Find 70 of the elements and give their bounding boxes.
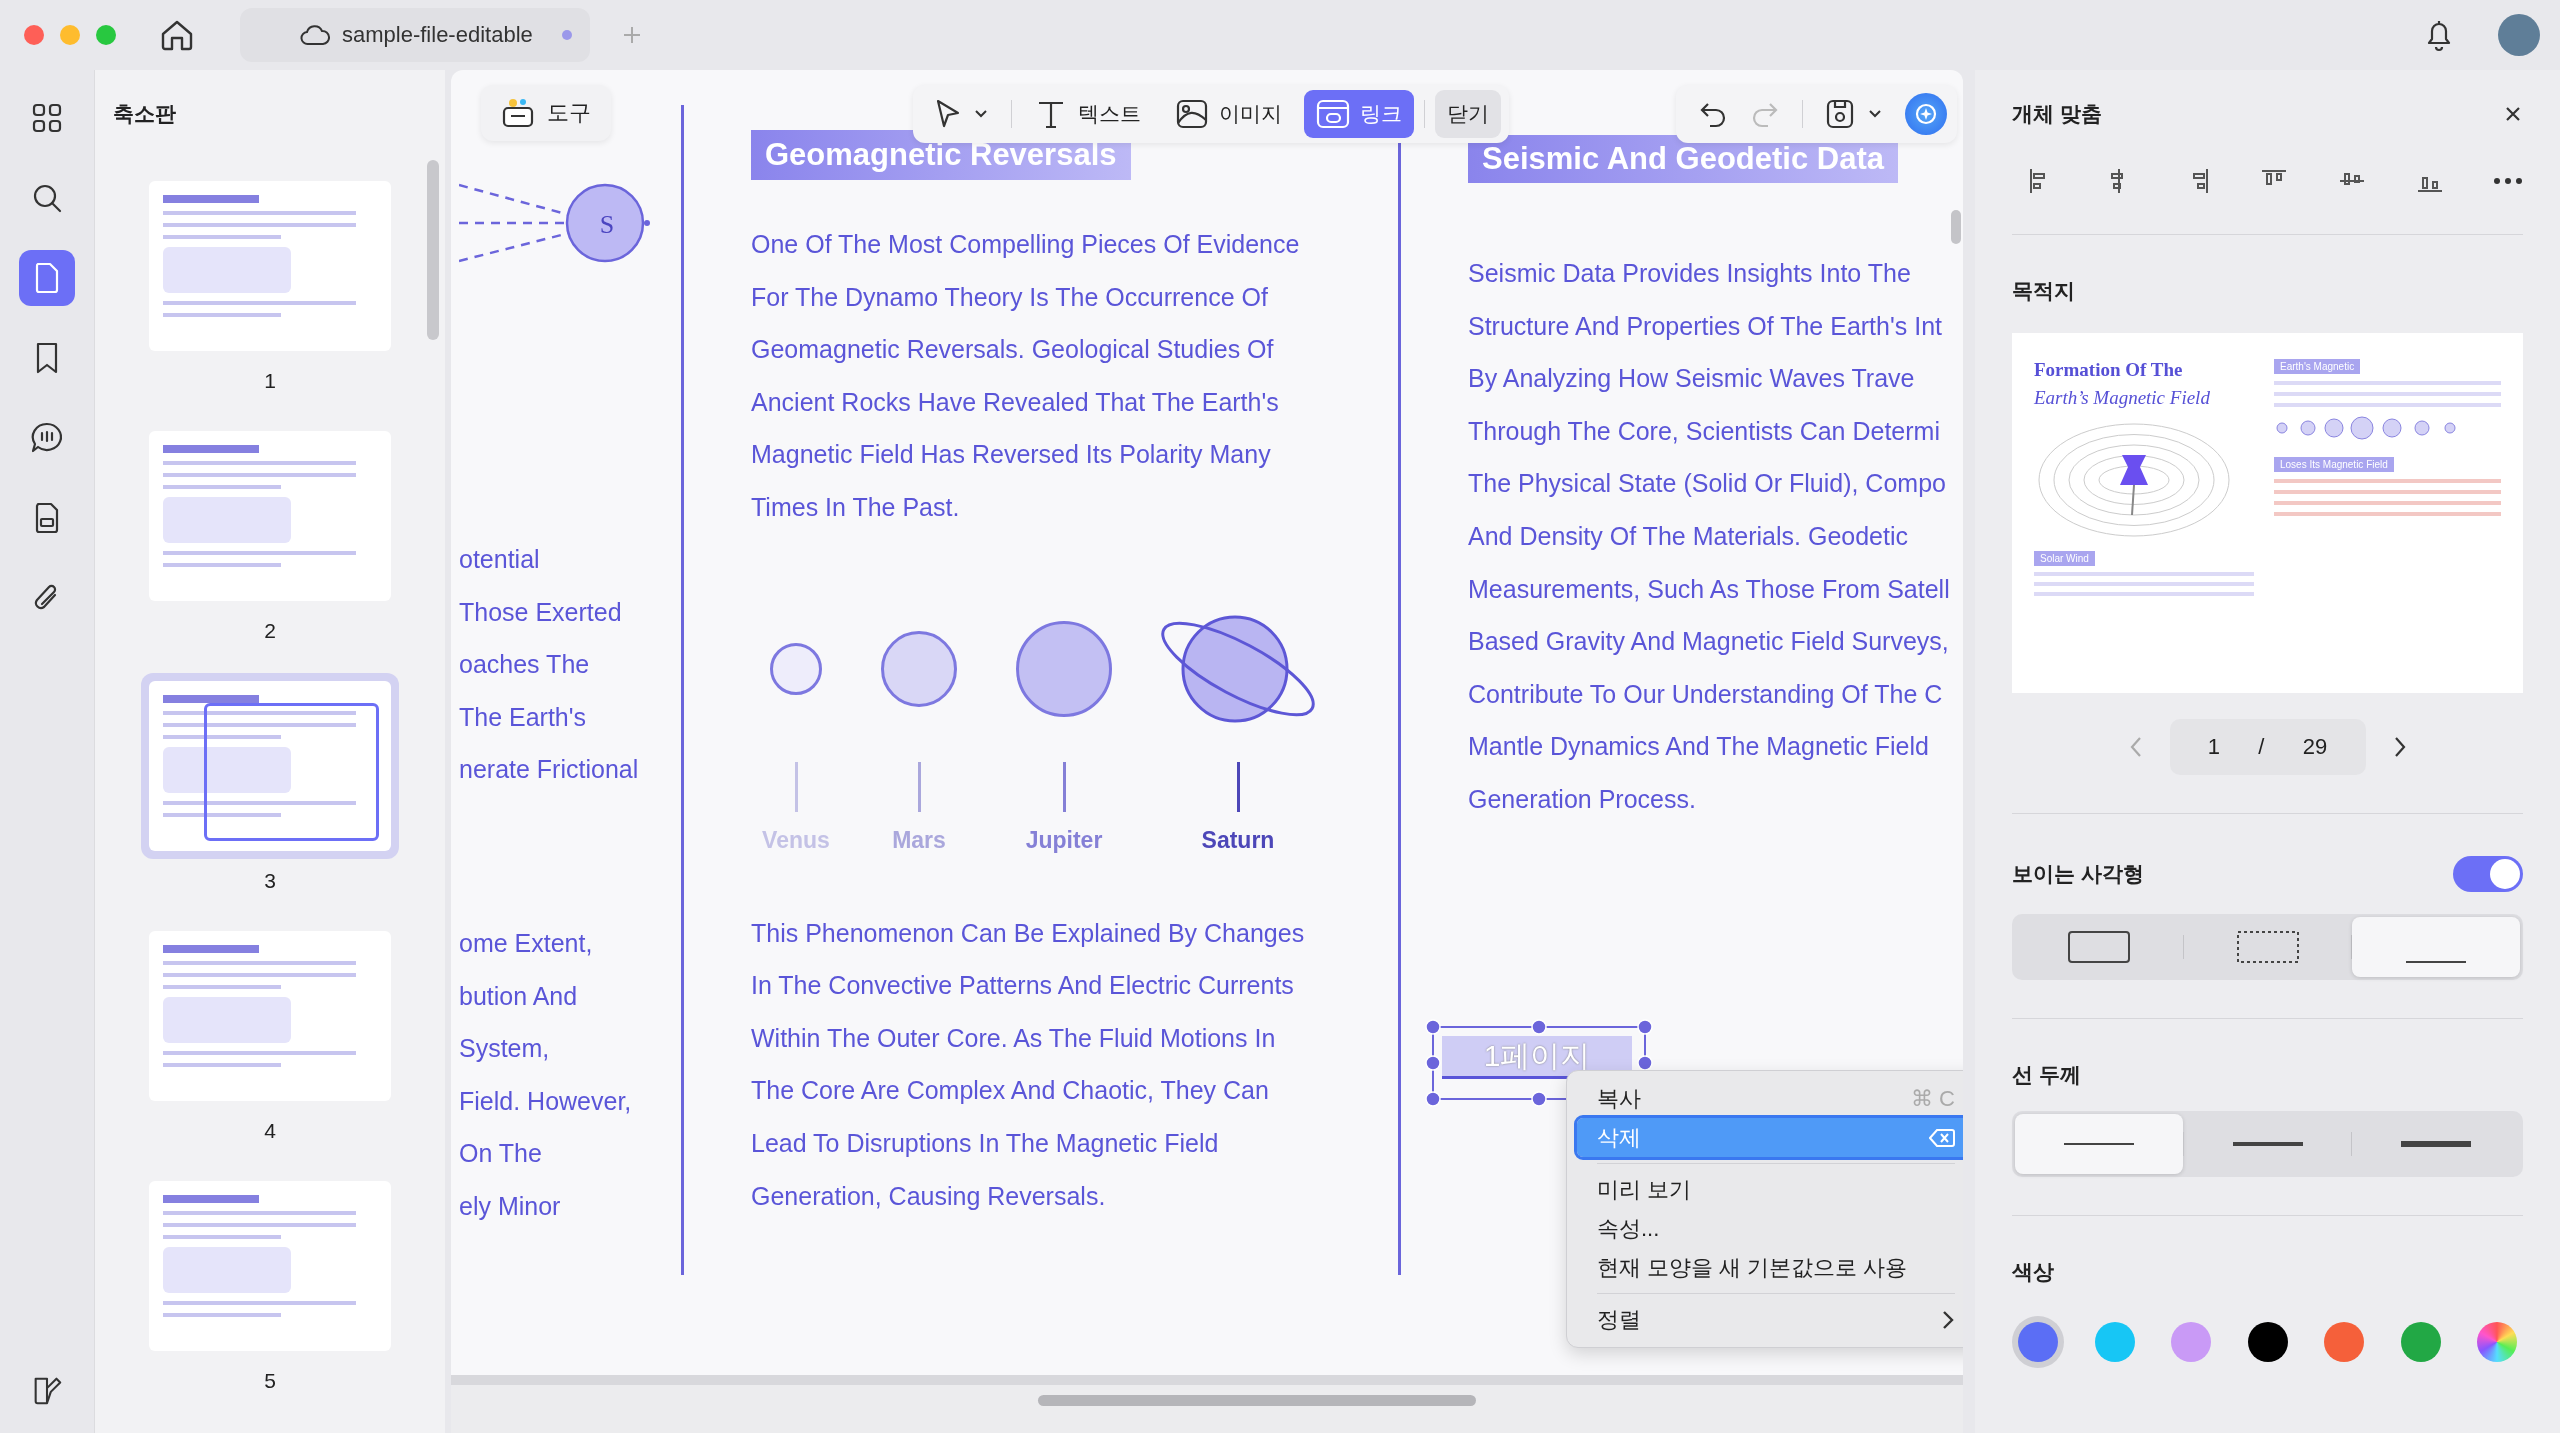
- cloud-icon: [300, 24, 330, 46]
- ai-assistant-button[interactable]: [1905, 93, 1947, 135]
- link-tool-button[interactable]: 링크: [1304, 90, 1414, 138]
- page-number: 5: [264, 1369, 276, 1393]
- paragraph-text: Seismic Data Provides Insights Into The Structure And Properties Of The Earth's Int By Analyzing How Seismic Waves Trave Through The Core, Scientists Can Determi The Physical State (Solid Or Fluid), Compo And Density Of The Materials. Geodetic Measurements, Such As Those From Satell Based Gravity And Magnetic Field Surveys, Contribute To Our Understanding Of The C Mantle Dynamics And The Magnetic Field Generation Process.: [1468, 258, 1951, 815]
- color-swatch[interactable]: [2012, 1316, 2064, 1368]
- horizontal-scrollbar-thumb[interactable]: [1038, 1395, 1476, 1406]
- solid-rectangle-icon: [2066, 930, 2131, 964]
- vertical-scrollbar-thumb[interactable]: [1951, 210, 1961, 244]
- undo-icon[interactable]: [1698, 100, 1728, 128]
- tick-line: [1062, 761, 1066, 812]
- planet-label: Jupiter: [1025, 826, 1103, 853]
- section-label: 색상: [2012, 1259, 2055, 1285]
- preview-tag: Solar Wind: [2034, 551, 2095, 566]
- image-tool-button[interactable]: 이미지: [1163, 90, 1294, 138]
- caret-icon[interactable]: [1867, 109, 1883, 119]
- menu-item[interactable]: 속성...: [1577, 1209, 1963, 1248]
- toggle-switch[interactable]: [2453, 856, 2523, 892]
- line-sample-icon: [2232, 1142, 2303, 1146]
- dotted-rectangle-icon: [2235, 930, 2300, 964]
- section-label: 보이는 사각형: [2012, 861, 2144, 887]
- menu-item[interactable]: 미리 보기: [1577, 1170, 1963, 1209]
- scrollbar-thumb[interactable]: [427, 160, 439, 340]
- panel-title: 개체 맞춤: [2012, 101, 2102, 127]
- menu-item[interactable]: 정렬: [1577, 1300, 1963, 1339]
- preview-tag: Earth's Magnetic: [2274, 359, 2361, 374]
- page-number: 3: [264, 869, 276, 893]
- section-heading: Seismic And Geodetic Data: [1468, 135, 1898, 183]
- paragraph-text: This Phenomenon Can Be Explained By Changes In The Convective Patterns And Electric Currents Within The Outer Core. As The Fluid Motions In The Core Are Complex And Chaotic, They Can Lead To Disruptions In The Magnetic Field Generation, Causing Reversals.: [751, 917, 1306, 1212]
- planet-label: Saturn: [1201, 826, 1275, 853]
- more-icon[interactable]: [2492, 177, 2523, 185]
- thumbnails-title: 축소판: [112, 101, 177, 127]
- home-icon[interactable]: [160, 19, 194, 51]
- planet-circle: [770, 642, 822, 695]
- backspace-icon: [1929, 1127, 1955, 1148]
- page-thumbnail[interactable]: [141, 673, 399, 859]
- save-icon[interactable]: [1825, 98, 1855, 130]
- tab-title: sample-file-editable: [342, 22, 533, 48]
- preview-title: Formation Of The: [2034, 359, 2184, 381]
- line-sample-icon: [2401, 1141, 2472, 1147]
- tick-line: [917, 761, 921, 812]
- tools-button[interactable]: 도구: [481, 85, 611, 141]
- user-avatar[interactable]: [2498, 14, 2540, 56]
- orbit-diagram-drawing: S: [459, 175, 659, 271]
- page-number: 4: [264, 1119, 276, 1143]
- line-sample-icon: [2063, 1143, 2134, 1145]
- page-number-field[interactable]: 1 / 29: [2169, 719, 2366, 775]
- menu-item[interactable]: 현재 모양을 새 기본값으로 사용: [1577, 1248, 1963, 1287]
- caret-icon: [973, 109, 989, 119]
- paragraph-text: ome Extent, bution And System, Field. However, On The ely Minor: [459, 927, 633, 1222]
- preview-tag: Loses Its Magnetic Field: [2274, 457, 2394, 472]
- section-label: 선 두께: [2012, 1062, 2082, 1088]
- page-number: 2: [264, 619, 276, 643]
- image-icon: [1175, 98, 1209, 130]
- underline-icon: [2404, 960, 2469, 964]
- chevron-right-icon: [1941, 1308, 1955, 1331]
- paragraph-text: otential Those Exerted oaches The The Earth's nerate Frictional: [459, 544, 640, 786]
- document-tab[interactable]: sample-file-editable: [240, 8, 590, 62]
- preview-subtitle: Earth’s Magnetic Field: [2034, 387, 2211, 409]
- toolbox-icon: [501, 97, 535, 129]
- link-icon: [1316, 98, 1350, 130]
- close-tool-button[interactable]: 닫기: [1435, 90, 1501, 138]
- section-label: 목적지: [2012, 278, 2076, 304]
- planet-label: Mars: [892, 826, 946, 853]
- paragraph-text: One Of The Most Compelling Pieces Of Evidence For The Dynamo Theory Is The Occurrence Of Geomagnetic Reversals. Geological Studies Of Ancient Rocks Have Revealed That The Earth's Magnetic Field Has Reversed Its Polarity Many Times In The Past.: [751, 229, 1301, 523]
- tick-line: [794, 761, 798, 812]
- tick-line: [1236, 761, 1240, 812]
- pages-icon[interactable]: [19, 250, 75, 306]
- page-number: 1: [264, 369, 276, 393]
- menu-item[interactable]: 복사 ⌘ C: [1577, 1079, 1963, 1118]
